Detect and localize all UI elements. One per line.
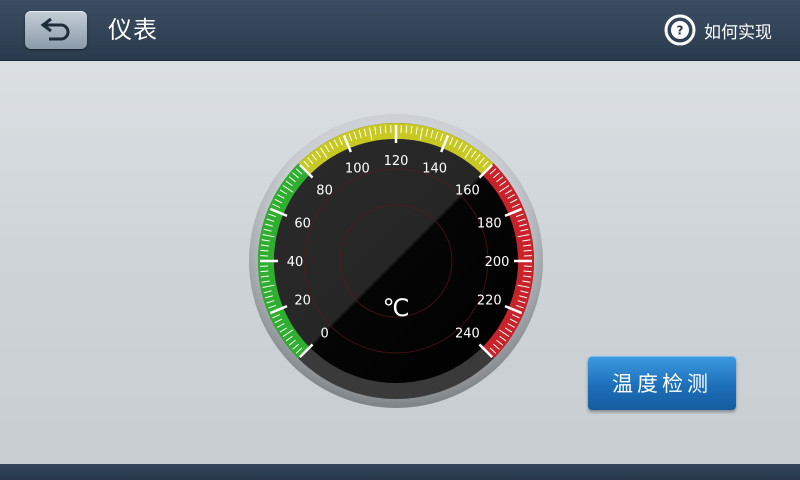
gauge-tick-label: 80 [316,184,333,199]
gauge-tick-label: 200 [485,255,510,270]
gauge-tick-label: 140 [422,162,447,177]
gauge-tick-label: 0 [320,326,328,341]
back-button[interactable] [25,11,87,49]
gauge-tick-label: 160 [455,184,480,199]
gauge-minor-tick [260,270,269,273]
gauge-tick-label: 20 [294,294,311,309]
gauge-unit: ℃ [383,294,410,322]
gauge-tick-label: 100 [345,162,370,177]
gauge-dial: 0 20 40 60 80 100 120 140 160 180 200 220 240 ℃ [249,114,543,408]
gauge-tick-label: 120 [384,154,409,169]
gauge-tick-label: 40 [287,255,304,270]
temperature-gauge: 0 20 40 60 80 100 120 140 160 180 200 220 240 ℃ [248,113,544,409]
svg-text:?: ? [677,24,684,38]
gauge-tick-label: 240 [455,326,480,341]
gauge-tick-label: 60 [294,216,311,231]
help-link[interactable]: ? 如何实现 [664,14,772,46]
gauge-minor-tick [405,125,408,134]
page-title: 仪表 [108,16,158,44]
gauge-minor-tick [260,249,269,252]
gauge-minor-tick [384,125,387,134]
bottom-bar [0,464,800,480]
gauge-tick-label: 180 [477,216,502,231]
temperature-detect-button[interactable]: 温度检测 [588,356,736,410]
help-icon: ? [664,14,696,46]
gauge-minor-tick [523,249,532,252]
back-arrow-icon [40,17,70,41]
top-bar: 仪表 ? 如何实现 [0,0,800,61]
gauge-tick-label: 220 [477,294,502,309]
gauge-minor-tick [523,270,532,273]
help-label: 如何实现 [704,22,772,43]
